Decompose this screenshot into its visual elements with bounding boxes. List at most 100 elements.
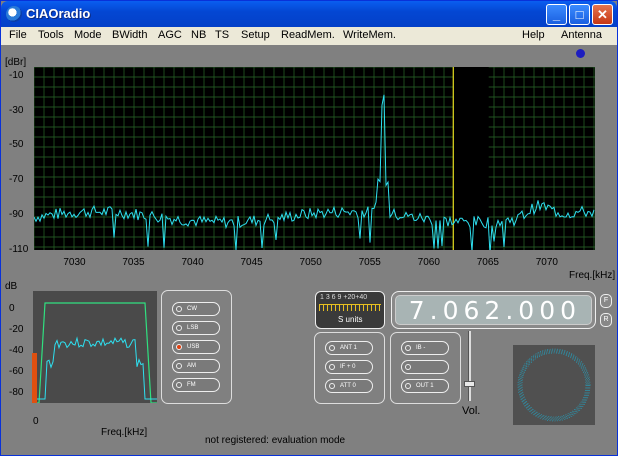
ib-button[interactable]: IB - <box>401 341 449 355</box>
menu-antenna[interactable]: Antenna <box>561 29 602 41</box>
output-panel: IB - OUT 1 <box>390 332 461 404</box>
mode-cw-label: CW <box>187 306 197 312</box>
menu-bwidth[interactable]: BWidth <box>112 29 147 41</box>
mode-lsb-button[interactable]: LSB <box>172 321 220 335</box>
mode-panel: CW LSB USB AM FM <box>161 290 232 404</box>
att-label: ATT 0 <box>340 383 356 389</box>
spectrum-xtick: 7035 <box>122 257 145 268</box>
menu-tools[interactable]: Tools <box>38 29 64 41</box>
out-label: OUT 1 <box>416 383 434 389</box>
menu-readmem[interactable]: ReadMem. <box>281 29 335 41</box>
if-label: IF + 0 <box>340 364 356 370</box>
title-bar[interactable]: CIAOradio _ □ ✕ <box>1 1 617 27</box>
menu-file[interactable]: File <box>9 29 27 41</box>
audio-background <box>33 291 157 403</box>
audio-x0: 0 <box>33 416 39 427</box>
mode-am-button[interactable]: AM <box>172 359 220 373</box>
ant-led <box>329 345 335 351</box>
audio-xlabel: Freq.[kHz] <box>101 427 148 438</box>
spectrum-ytick: -50 <box>9 139 24 151</box>
audio-level-bar <box>32 353 37 403</box>
audio-ytick: -40 <box>9 345 24 356</box>
ant-label: ANT 1 <box>340 345 357 351</box>
volume-track[interactable] <box>468 331 471 401</box>
fm-led <box>176 382 182 388</box>
r-button[interactable]: R <box>600 313 612 327</box>
spectrum-ylabel: [dBr] <box>5 57 27 68</box>
app-icon <box>6 6 22 22</box>
status-led <box>576 49 585 58</box>
mode-am-label: AM <box>187 363 196 369</box>
spectrum-plot[interactable] <box>34 67 595 250</box>
spectrum-xtick: 7050 <box>299 257 322 268</box>
spectrum-ytick: -90 <box>9 209 24 221</box>
lsb-led <box>176 325 182 331</box>
audio-ytick: -20 <box>9 324 24 335</box>
s-meter-unit: S units <box>338 315 363 324</box>
menu-ts[interactable]: TS <box>215 29 229 41</box>
mode-lsb-label: LSB <box>187 325 199 331</box>
blank-button[interactable] <box>401 360 449 374</box>
volume-slider-thumb[interactable] <box>464 381 475 387</box>
s-meter-bar <box>319 304 381 311</box>
spectrum-ytick: -70 <box>9 174 24 186</box>
spectrum-xtick: 7060 <box>417 257 440 268</box>
ant-button[interactable]: ANT 1 <box>325 341 373 355</box>
att-led <box>329 383 335 389</box>
mode-usb-label: USB <box>187 344 200 350</box>
out-button[interactable]: OUT 1 <box>401 379 449 393</box>
audio-ytick: -60 <box>9 366 24 377</box>
f-button[interactable]: F <box>600 294 612 308</box>
spectrum-ytick: -30 <box>9 104 24 116</box>
s-meter: 1 3 6 9 +20+40 S units <box>315 291 385 329</box>
if-led <box>329 364 335 370</box>
audio-plot[interactable] <box>33 291 157 403</box>
if-button[interactable]: IF + 0 <box>325 360 373 374</box>
frequency-readout[interactable]: 7.062.000 <box>395 295 592 325</box>
spectrum-xtick: 7040 <box>181 257 204 268</box>
spectrum-ytick: -10 <box>9 69 24 81</box>
audio-ytick: 0 <box>9 303 15 314</box>
out-led <box>405 383 411 389</box>
mode-fm-button[interactable]: FM <box>172 378 220 392</box>
blank-led <box>405 364 411 370</box>
ib-led <box>405 345 411 351</box>
spectrum-xtick: 7045 <box>240 257 263 268</box>
window-title: CIAOradio <box>26 6 91 21</box>
input-panel: ANT 1 IF + 0 ATT 0 <box>314 332 385 404</box>
audio-ytick: -80 <box>9 387 24 398</box>
cw-led <box>176 306 182 312</box>
mode-usb-button[interactable]: USB <box>172 340 220 354</box>
am-led <box>176 363 182 369</box>
spectrum-xtick: 7070 <box>535 257 558 268</box>
scope-background <box>513 345 595 425</box>
spectrum-ytick: -110 <box>9 244 29 255</box>
menu-writemem[interactable]: WriteMem. <box>343 29 396 41</box>
maximize-button[interactable]: □ <box>569 4 590 25</box>
spectrum-background <box>34 67 595 250</box>
s-meter-scale: 1 3 6 9 +20+40 <box>320 294 368 301</box>
menu-nb[interactable]: NB <box>191 29 206 41</box>
volume-label: Vol. <box>462 405 481 417</box>
spectrum-xtick: 7055 <box>358 257 381 268</box>
spectrum-xtick: 7065 <box>476 257 499 268</box>
menu-setup[interactable]: Setup <box>241 29 270 41</box>
close-button[interactable]: ✕ <box>592 4 613 25</box>
audio-ylabel: dB <box>5 281 18 292</box>
spectrum-xlabel: Freq.[kHz] <box>569 270 616 281</box>
att-button[interactable]: ATT 0 <box>325 379 373 393</box>
menu-help[interactable]: Help <box>522 29 545 41</box>
menu-agc[interactable]: AGC <box>158 29 182 41</box>
usb-led <box>176 344 182 350</box>
menu-mode[interactable]: Mode <box>74 29 102 41</box>
minimize-button[interactable]: _ <box>546 4 567 25</box>
mode-cw-button[interactable]: CW <box>172 302 220 316</box>
frequency-display[interactable]: 7.062.000 <box>391 291 596 329</box>
menu-bar: File Tools Mode BWidth AGC NB TS Setup R… <box>1 27 617 45</box>
status-text: not registered: evaluation mode <box>205 435 346 446</box>
iq-scope <box>513 345 595 425</box>
app-window: CIAOradio _ □ ✕ File Tools Mode BWidth A… <box>0 0 618 456</box>
spectrum-xtick: 7030 <box>63 257 86 268</box>
ib-label: IB - <box>416 345 426 351</box>
mode-fm-label: FM <box>187 382 196 388</box>
